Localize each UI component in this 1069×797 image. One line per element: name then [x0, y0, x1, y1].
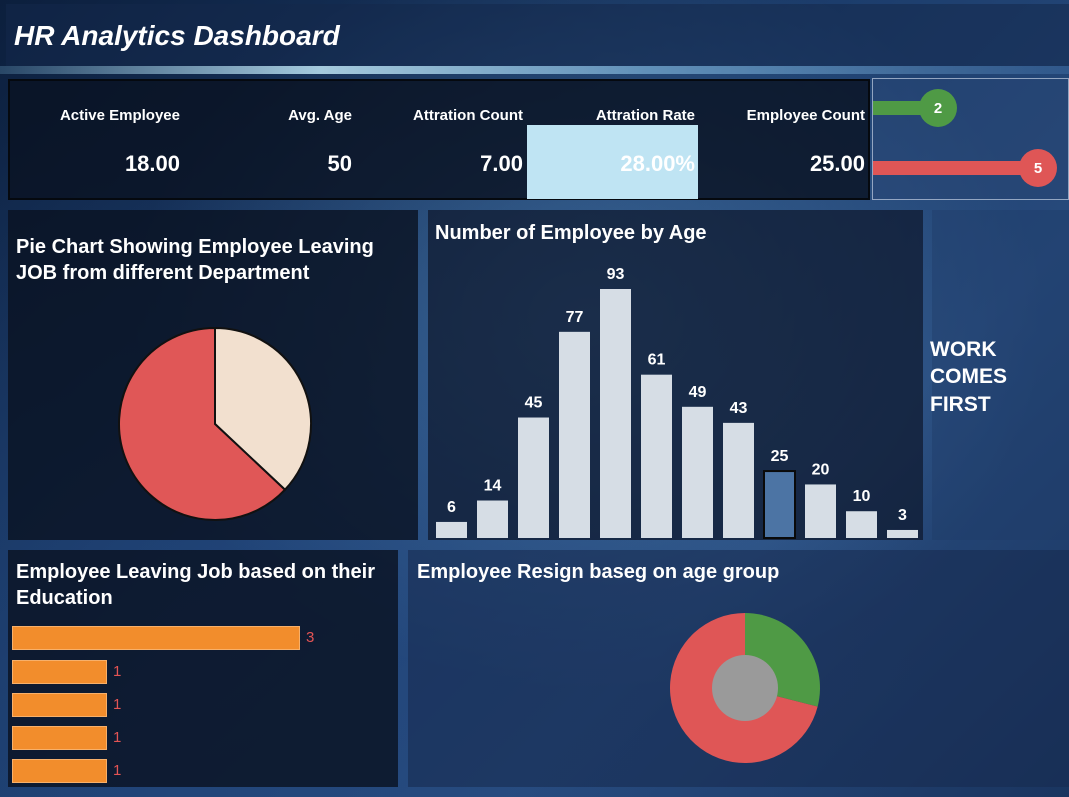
age-bar-label: 61: [648, 352, 666, 369]
kpi-label: Active Employee: [59, 107, 180, 124]
meter-green-value: 2: [933, 99, 943, 117]
age-bar[interactable]: [763, 470, 796, 539]
age-bar[interactable]: [846, 511, 877, 538]
kpi-avg-age[interactable]: Avg. Age 50: [180, 81, 352, 198]
age-bar[interactable]: [518, 417, 549, 538]
age-bar-panel: Number of Employee by Age 6 14 45 77 93 61 49 4…: [428, 210, 923, 540]
department-pie-chart[interactable]: [8, 210, 418, 540]
resign-donut-panel: Employee Resign baseg on age group: [408, 550, 1069, 787]
motto-panel: WORK COMES FIRST: [930, 210, 1069, 540]
motto-line-3: FIRST: [930, 393, 991, 416]
kpi-attrition-rate[interactable]: Attration Rate 28.00%: [523, 81, 695, 198]
age-bar-chart[interactable]: 6 14 45 77 93 61 49 43 25 20 10 3: [428, 210, 923, 540]
education-bar[interactable]: [12, 626, 300, 650]
header-divider: [0, 66, 1069, 74]
age-bar[interactable]: [600, 289, 631, 538]
education-panel: Employee Leaving Job based on their Educ…: [8, 550, 398, 787]
kpi-value: 18.00: [124, 151, 180, 176]
age-bar-label: 20: [812, 461, 830, 478]
motto-line-1: WORK: [930, 338, 997, 361]
age-bar-label: 14: [484, 478, 502, 495]
age-bar-label: 6: [447, 499, 456, 516]
kpi-label: Employee Count: [746, 107, 865, 124]
education-bar-label: 1: [113, 729, 122, 746]
resign-donut-chart[interactable]: [408, 550, 1069, 787]
education-bar-label: 3: [306, 629, 315, 646]
donut-center: [712, 655, 778, 721]
age-bar[interactable]: [477, 500, 508, 538]
education-title-line2: Education: [16, 587, 113, 609]
kpi-label: Attration Rate: [595, 107, 695, 124]
age-bar[interactable]: [559, 331, 590, 538]
education-bar[interactable]: [12, 660, 107, 684]
kpi-label: Avg. Age: [288, 107, 352, 124]
gender-meter[interactable]: 2 5: [872, 78, 1069, 200]
age-bar[interactable]: [682, 406, 713, 538]
meter-red-dot: 5: [1019, 149, 1057, 187]
education-bar[interactable]: [12, 759, 107, 783]
age-bar-label: 10: [853, 488, 871, 505]
age-bar[interactable]: [805, 484, 836, 538]
meter-green-dot: 2: [919, 89, 957, 127]
age-bar-label: 3: [898, 507, 907, 524]
meter-red-bar: [873, 161, 1043, 175]
kpi-strip: Active Employee 18.00 Avg. Age 50 Attrat…: [8, 79, 870, 200]
kpi-attrition-count[interactable]: Attration Count 7.00: [352, 81, 523, 198]
motto-line-2: COMES: [930, 365, 1008, 388]
education-bar[interactable]: [12, 693, 107, 717]
age-bar[interactable]: [887, 529, 918, 538]
education-bar-label: 1: [113, 696, 122, 713]
age-bar[interactable]: [723, 422, 754, 538]
kpi-label: Attration Count: [413, 107, 523, 124]
age-bar-label: 43: [730, 400, 748, 417]
kpi-value: 25.00: [809, 151, 865, 176]
education-bar-label: 1: [113, 762, 122, 779]
kpi-value: 7.00: [480, 151, 523, 176]
kpi-value: 50: [327, 151, 352, 176]
age-bar-label: 93: [607, 266, 625, 283]
age-bar-label: 49: [689, 384, 707, 401]
age-bar[interactable]: [641, 374, 672, 538]
education-title-line1: Employee Leaving Job based on their: [16, 561, 375, 583]
education-bar-label: 1: [113, 663, 122, 680]
page-title: HR Analytics Dashboard: [14, 20, 340, 51]
age-bar[interactable]: [436, 521, 467, 538]
kpi-employee-count[interactable]: Employee Count 25.00: [695, 81, 865, 198]
meter-red-value: 5: [1033, 159, 1043, 177]
age-bar-label: 45: [525, 395, 543, 412]
dashboard-header: HR Analytics Dashboard: [6, 4, 1069, 66]
kpi-active-employee[interactable]: Active Employee 18.00: [10, 81, 180, 198]
kpi-value: 28.00%: [620, 151, 695, 176]
department-pie-panel: Pie Chart Showing Employee Leaving JOB f…: [8, 210, 418, 540]
age-bar-label: 25: [771, 448, 789, 465]
education-bar[interactable]: [12, 726, 107, 750]
age-bar-label: 77: [566, 309, 584, 326]
